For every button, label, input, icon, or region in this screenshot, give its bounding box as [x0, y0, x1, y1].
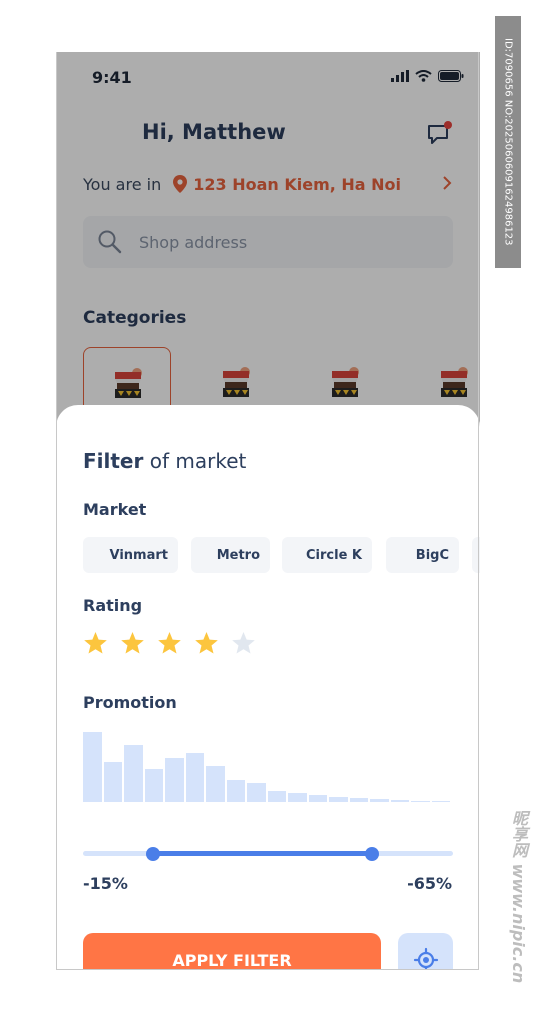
watermark-id: ID:7090656 NO:20250606091624986123 [495, 16, 521, 268]
market-chips: Vinmart Metro Circle K BigC [83, 537, 480, 575]
range-max-handle[interactable] [364, 847, 379, 861]
star-icon[interactable] [120, 631, 145, 656]
histogram-bar [308, 795, 327, 802]
range-max-label: -65% [407, 874, 452, 893]
histogram-bar [124, 745, 143, 802]
locate-button[interactable] [398, 933, 453, 970]
market-chip-bigc[interactable]: BigC [386, 537, 459, 573]
histogram-bar [206, 766, 225, 802]
histogram-bar [349, 797, 368, 802]
histogram-bar [390, 799, 409, 802]
histogram-bar [247, 783, 266, 802]
watermark-site: 昵享网 www.nipic.cn [509, 810, 528, 984]
filter-title: Filter of market [83, 449, 246, 473]
histogram-bar [431, 800, 450, 802]
phone-screen: 9:41 Hi, Matthew You are in 123 Hoan Kie… [56, 52, 480, 970]
histogram-bar [185, 753, 204, 802]
rating-label: Rating [83, 596, 143, 615]
market-chip-more[interactable] [472, 537, 480, 573]
promotion-label: Promotion [83, 693, 177, 712]
histogram-bar [83, 732, 102, 802]
locate-icon [413, 947, 438, 970]
histogram-bar [329, 797, 348, 802]
histogram-bar [370, 799, 389, 802]
market-chip-metro[interactable]: Metro [191, 537, 270, 573]
range-min-label: -15% [83, 874, 128, 893]
star-icon[interactable] [231, 631, 256, 656]
apply-filter-button[interactable]: APPLY FILTER [83, 933, 381, 970]
star-icon[interactable] [194, 631, 219, 656]
histogram-bar [267, 790, 286, 802]
star-icon[interactable] [157, 631, 182, 656]
histogram-bar [165, 757, 184, 802]
histogram-bar [226, 780, 245, 802]
histogram-bar [103, 762, 122, 802]
filter-title-rest: of market [143, 449, 247, 473]
range-min-handle[interactable] [146, 847, 161, 861]
histogram-bar [144, 769, 163, 802]
histogram-bar [411, 800, 430, 802]
histogram-bar [288, 792, 307, 802]
promotion-range-fill [153, 851, 372, 856]
filter-sheet: Filter of market Market Vinmart Metro Ci… [56, 405, 480, 970]
promotion-histogram [83, 730, 453, 802]
filter-title-bold: Filter [83, 449, 144, 473]
rating-stars[interactable] [83, 631, 256, 656]
market-chip-vinmart[interactable]: Vinmart [83, 537, 178, 573]
star-icon[interactable] [83, 631, 108, 656]
market-label: Market [83, 500, 147, 519]
market-chip-circlek[interactable]: Circle K [282, 537, 372, 573]
